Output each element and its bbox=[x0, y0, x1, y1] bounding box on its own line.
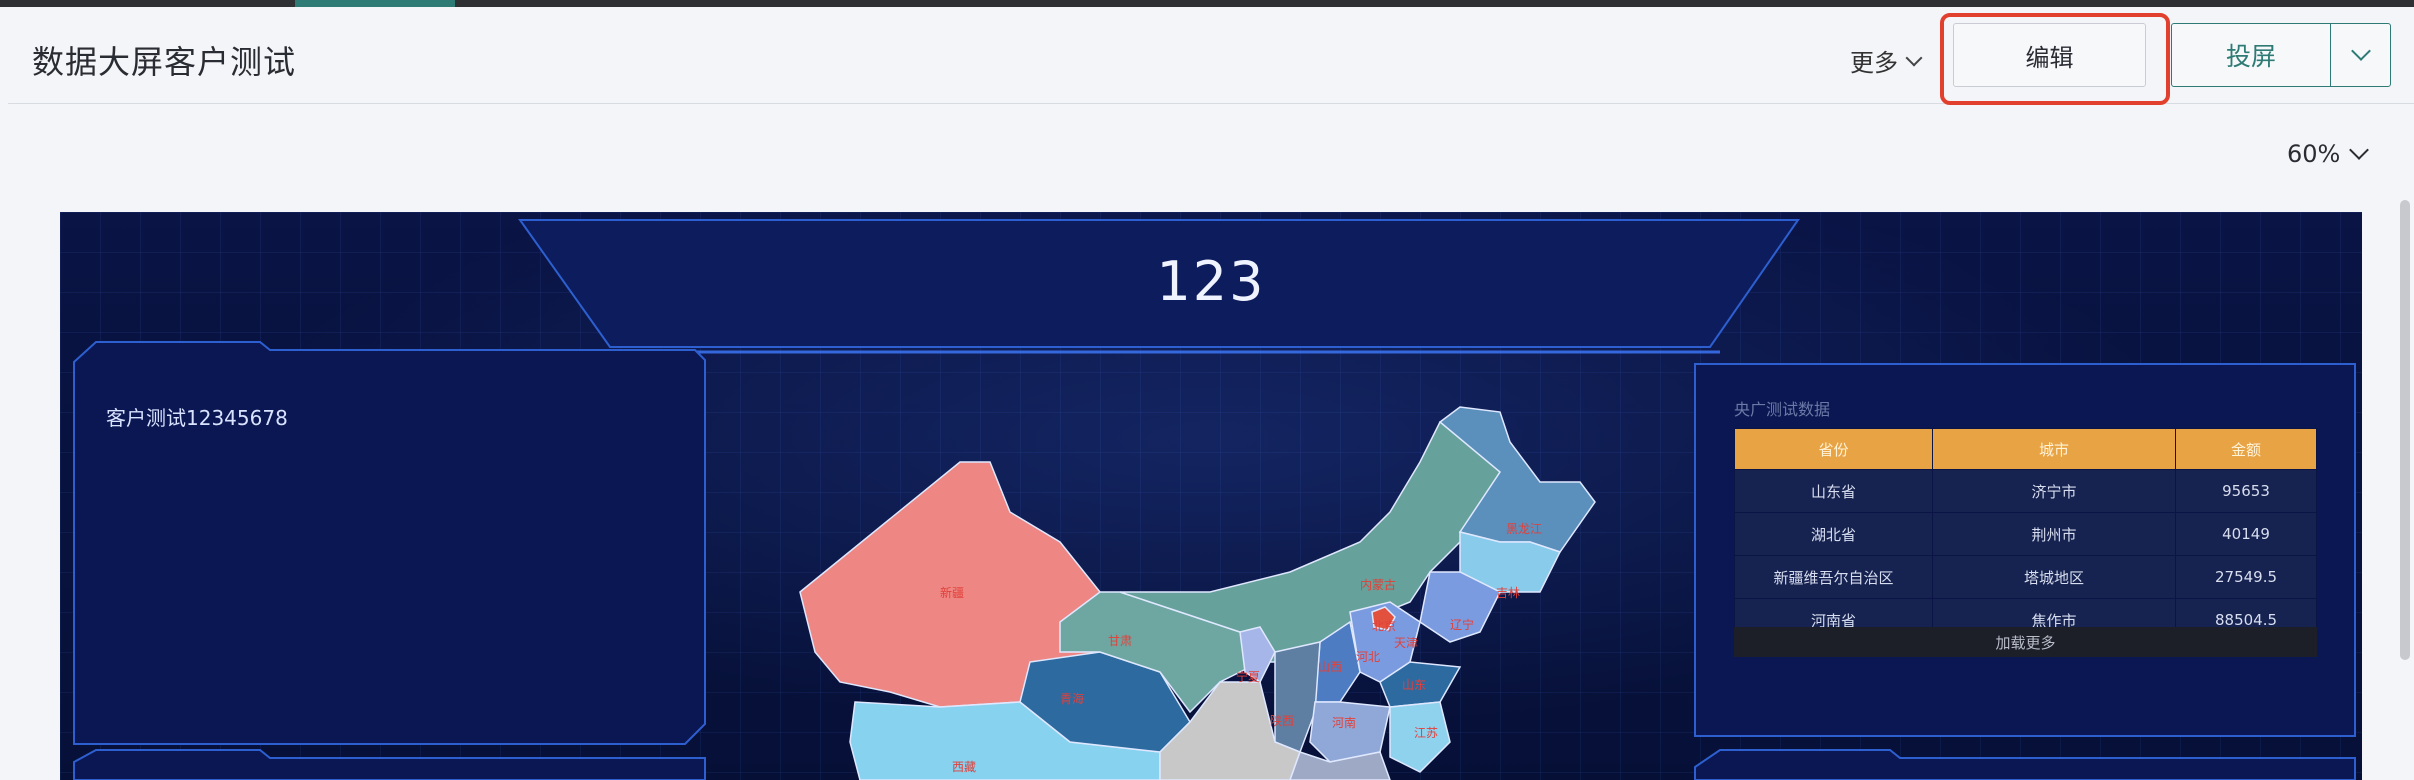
map-label-xizang: 西藏 bbox=[952, 760, 977, 774]
cast-dropdown-button[interactable] bbox=[2331, 24, 2390, 86]
china-map bbox=[799, 406, 1596, 780]
dashboard-title: 123 bbox=[1156, 250, 1266, 313]
table-cell: 济宁市 bbox=[1932, 469, 2176, 513]
more-menu-button[interactable]: 更多 bbox=[1850, 43, 1923, 78]
map-label-henan: 河南 bbox=[1332, 716, 1357, 730]
chevron-down-icon bbox=[2349, 140, 2370, 160]
map-label-gansu: 甘肃 bbox=[1108, 634, 1133, 648]
map-label-beijing: 北京 bbox=[1372, 619, 1397, 633]
map-label-qinghai: 青海 bbox=[1060, 692, 1085, 706]
cast-button-group: 投屏 bbox=[2171, 23, 2391, 87]
left-card2-frame bbox=[73, 749, 706, 780]
table-header-cell: 省份 bbox=[1734, 428, 1933, 470]
map-label-liaoning: 辽宁 bbox=[1450, 618, 1475, 632]
table-header-row: 省份 城市 金额 bbox=[1734, 428, 2317, 470]
table-row: 新疆维吾尔自治区 塔城地区 27549.5 bbox=[1734, 555, 2317, 599]
active-tab-indicator bbox=[295, 0, 455, 7]
table-cell: 山东省 bbox=[1734, 469, 1933, 513]
map-label-jiangsu: 江苏 bbox=[1414, 726, 1439, 740]
data-table: 省份 城市 金额 山东省 济宁市 95653 湖北省 荆州市 40149 新疆维… bbox=[1734, 428, 2317, 642]
zoom-value: 60% bbox=[2287, 140, 2341, 168]
map-label-ningxia: 宁夏 bbox=[1236, 670, 1261, 684]
table-cell: 95653 bbox=[2175, 469, 2317, 513]
map-label-heilongjiang: 黑龙江 bbox=[1506, 522, 1543, 536]
left-card-text: 客户测试12345678 bbox=[106, 406, 288, 430]
highlight-box bbox=[1940, 13, 2170, 105]
cast-button[interactable]: 投屏 bbox=[2172, 24, 2331, 86]
map-label-xinjiang: 新疆 bbox=[940, 586, 965, 600]
more-label: 更多 bbox=[1850, 49, 1898, 77]
map-label-shaanxi: 陕西 bbox=[1270, 714, 1295, 728]
table-cell: 湖北省 bbox=[1734, 512, 1933, 556]
map-label-shanxi: 山西 bbox=[1318, 660, 1343, 674]
load-more-button[interactable]: 加载更多 bbox=[1734, 627, 2317, 657]
table-cell: 40149 bbox=[2175, 512, 2317, 556]
table-cell: 新疆维吾尔自治区 bbox=[1734, 555, 1933, 599]
table-header-cell: 城市 bbox=[1932, 428, 2176, 470]
vertical-scrollbar[interactable] bbox=[2400, 200, 2410, 660]
table-header-cell: 金额 bbox=[2175, 428, 2317, 470]
table-cell: 27549.5 bbox=[2175, 555, 2317, 599]
chevron-down-icon bbox=[2350, 41, 2371, 61]
right-card2-frame bbox=[1694, 749, 2356, 780]
map-label-jilin: 吉林 bbox=[1496, 586, 1521, 600]
dashboard-canvas: 123 客户测试12345678 新疆 青海 甘肃 内蒙古 黑龙江 吉林 辽宁 … bbox=[60, 212, 2362, 780]
table-title: 央广测试数据 bbox=[1734, 400, 1831, 419]
map-label-shandong: 山东 bbox=[1402, 678, 1427, 692]
page-title: 数据大屏客户测试 bbox=[32, 43, 297, 81]
table-row: 湖北省 荆州市 40149 bbox=[1734, 512, 2317, 556]
map-label-hebei: 河北 bbox=[1356, 650, 1381, 664]
table-cell: 荆州市 bbox=[1932, 512, 2176, 556]
top-nav-bar bbox=[0, 0, 2414, 7]
map-label-neimenggu: 内蒙古 bbox=[1360, 578, 1397, 592]
chevron-down-icon bbox=[1905, 49, 1923, 66]
table-row: 山东省 济宁市 95653 bbox=[1734, 469, 2317, 513]
zoom-select[interactable]: 60% bbox=[2287, 140, 2370, 168]
map-label-tianjin: 天津 bbox=[1394, 636, 1419, 650]
table-cell: 塔城地区 bbox=[1932, 555, 2176, 599]
